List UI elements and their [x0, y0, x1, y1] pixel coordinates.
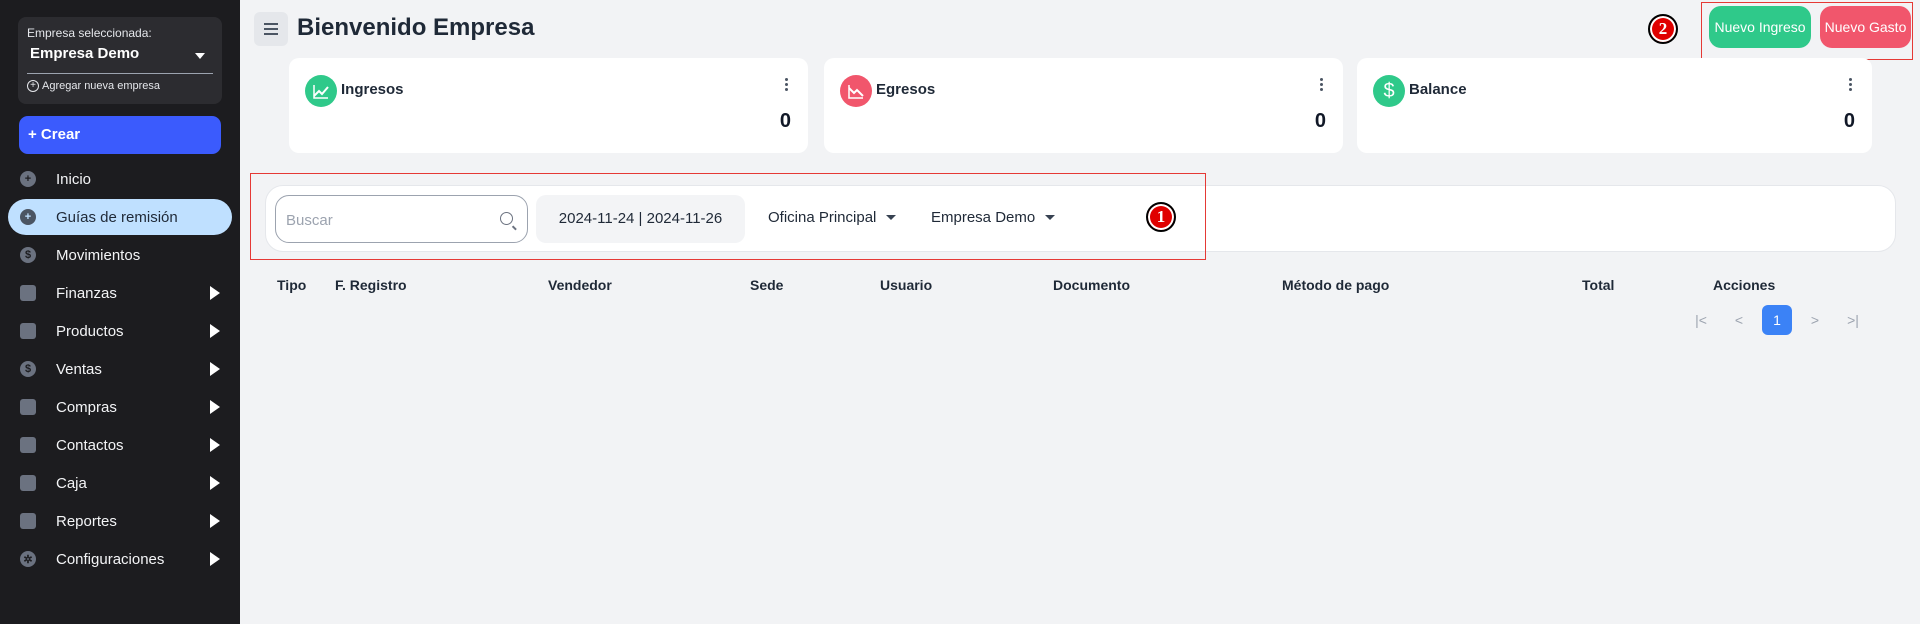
filter-icon [20, 437, 36, 453]
plus-circle-icon: + [20, 209, 36, 225]
sidebar-item-label: Compras [56, 398, 117, 416]
menu-line [264, 28, 278, 30]
annotation-box-1 [250, 173, 1206, 260]
sidebar-nav: + Inicio + Guías de remisión $ Movimient… [0, 161, 240, 579]
page-1-button[interactable]: 1 [1762, 305, 1792, 335]
column-header-documento[interactable]: Documento [1053, 277, 1130, 293]
add-company-label: Agregar nueva empresa [42, 80, 161, 92]
sidebar-item-label: Ventas [56, 360, 102, 378]
card-title: Balance [1409, 81, 1467, 98]
box-icon [20, 323, 36, 339]
plus-circle-icon: + [27, 80, 39, 92]
chart-up-icon [305, 75, 337, 107]
last-page-button[interactable]: >| [1838, 305, 1868, 335]
column-header-vendedor[interactable]: Vendedor [548, 277, 612, 293]
create-button[interactable]: + Crear [19, 116, 221, 154]
card-value: 0 [1843, 110, 1855, 132]
sidebar-item-label: Reportes [56, 512, 117, 530]
sidebar-item-inicio[interactable]: + Inicio [8, 161, 232, 197]
next-page-button[interactable]: > [1800, 305, 1830, 335]
card-title: Ingresos [341, 81, 404, 98]
column-header-sede[interactable]: Sede [750, 277, 783, 293]
menu-line [264, 33, 278, 35]
sidebar-item-label: Finanzas [56, 284, 117, 302]
sidebar-item-label: Contactos [56, 436, 124, 454]
hamburger-menu-button[interactable] [254, 12, 288, 46]
column-header-acciones[interactable]: Acciones [1713, 277, 1775, 293]
divider [27, 73, 213, 74]
balance-card: $ Balance 0 [1357, 58, 1872, 153]
column-header-total[interactable]: Total [1582, 277, 1614, 293]
chart-down-icon [840, 75, 872, 107]
wallet-icon [20, 475, 36, 491]
column-header-metodo-de-pago[interactable]: Método de pago [1282, 277, 1389, 293]
filter-icon [20, 399, 36, 415]
column-header-f-registro[interactable]: F. Registro [335, 277, 407, 293]
card-title: Egresos [876, 81, 936, 98]
sidebar-item-compras[interactable]: Compras [8, 389, 232, 425]
column-header-usuario[interactable]: Usuario [880, 277, 932, 293]
chevron-right-icon [210, 286, 220, 300]
sidebar-item-label: Configuraciones [56, 550, 165, 568]
chevron-right-icon [210, 552, 220, 566]
sidebar-item-label: Movimientos [56, 246, 141, 264]
company-label: Empresa seleccionada: [27, 26, 152, 40]
plus-circle-icon: + [20, 171, 36, 187]
prev-page-button[interactable]: < [1724, 305, 1754, 335]
add-company-link[interactable]: + Agregar nueva empresa [27, 80, 160, 92]
expense-card: Egresos 0 [824, 58, 1343, 153]
sidebar-item-movimientos[interactable]: $ Movimientos [8, 237, 232, 273]
more-options-icon[interactable] [785, 78, 788, 91]
sidebar: Empresa seleccionada: Empresa Demo + Agr… [0, 0, 240, 624]
sidebar-item-reportes[interactable]: Reportes [8, 503, 232, 539]
menu-line [264, 23, 278, 25]
sidebar-item-label: Guías de remisión [56, 208, 178, 226]
page-title: Bienvenido Empresa [297, 14, 535, 41]
card-value: 0 [779, 110, 791, 132]
chevron-down-icon[interactable] [195, 53, 205, 59]
sidebar-item-label: Inicio [56, 170, 92, 188]
sidebar-item-caja[interactable]: Caja [8, 465, 232, 501]
new-income-button[interactable]: Nuevo Ingreso [1709, 6, 1811, 48]
dollar-icon: $ [20, 247, 36, 263]
new-expense-button[interactable]: Nuevo Gasto [1820, 6, 1911, 48]
sidebar-item-productos[interactable]: Productos [8, 313, 232, 349]
chevron-right-icon [210, 362, 220, 376]
sidebar-item-guias-de-remision[interactable]: + Guías de remisión [8, 199, 232, 235]
more-options-icon[interactable] [1849, 78, 1852, 91]
sidebar-item-contactos[interactable]: Contactos [8, 427, 232, 463]
company-name: Empresa Demo [30, 45, 140, 62]
chevron-right-icon [210, 438, 220, 452]
annotation-marker-2: 2 [1648, 14, 1678, 44]
annotation-marker-1: 1 [1146, 202, 1176, 232]
sidebar-item-label: Productos [56, 322, 124, 340]
chevron-right-icon [210, 514, 220, 528]
sidebar-item-label: Caja [56, 474, 87, 492]
chevron-right-icon [210, 324, 220, 338]
box-icon [20, 285, 36, 301]
presentation-icon [20, 513, 36, 529]
chevron-right-icon [210, 400, 220, 414]
column-header-tipo[interactable]: Tipo [277, 277, 306, 293]
card-value: 0 [1314, 110, 1326, 132]
sidebar-item-configuraciones[interactable]: ✲ Configuraciones [8, 541, 232, 577]
first-page-button[interactable]: |< [1686, 305, 1716, 335]
more-options-icon[interactable] [1320, 78, 1323, 91]
company-selector[interactable]: Empresa seleccionada: Empresa Demo + Agr… [18, 17, 222, 104]
sidebar-item-ventas[interactable]: $ Ventas [8, 351, 232, 387]
dollar-icon: $ [20, 361, 36, 377]
income-card: Ingresos 0 [289, 58, 808, 153]
chevron-right-icon [210, 476, 220, 490]
sidebar-item-finanzas[interactable]: Finanzas [8, 275, 232, 311]
dollar-icon: $ [1373, 75, 1405, 107]
gear-icon: ✲ [20, 551, 36, 567]
